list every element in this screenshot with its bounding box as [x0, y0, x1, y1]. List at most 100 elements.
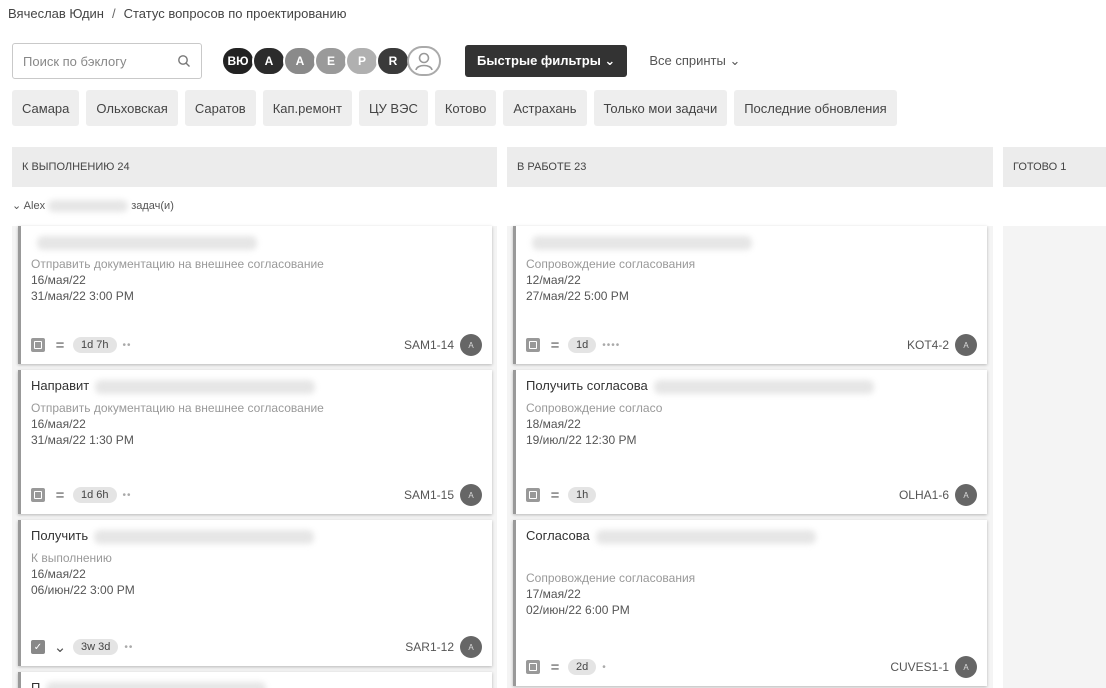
task-type-icon: [31, 488, 45, 502]
avatar-filter[interactable]: A: [283, 46, 317, 76]
breadcrumb: Вячеслав Юдин / Статус вопросов по проекти…: [8, 6, 347, 21]
filter-chip[interactable]: Только мои задачи: [593, 90, 728, 126]
issue-key[interactable]: CUVES1-1: [890, 660, 949, 674]
user-avatar-filters: ВЮ A A E P R: [221, 46, 441, 76]
estimate-badge: 1d: [568, 337, 597, 353]
task-type-icon: [526, 660, 540, 674]
priority-medium-icon: =: [550, 486, 560, 504]
avatar-filter[interactable]: P: [345, 46, 379, 76]
estimate-badge: 1h: [568, 487, 597, 503]
card-date-start: 18/мая/22: [526, 417, 581, 431]
card-date-due: 19/июл/22 12:30 PM: [526, 433, 637, 447]
card-date-due: 06/июн/22 3:00 PM: [31, 583, 135, 597]
card-date-due: 31/мая/22 3:00 PM: [31, 289, 134, 303]
card-title: Получить: [31, 528, 482, 546]
estimate-badge: 3w 3d: [73, 639, 119, 655]
priority-medium-icon: =: [550, 336, 560, 354]
swimlane-header[interactable]: ⌄ Alex задач(и): [12, 199, 174, 213]
progress-dots: ••••: [602, 339, 621, 351]
card-title: Получить согласова: [526, 378, 977, 396]
breadcrumb-page[interactable]: Статус вопросов по проектированию: [124, 6, 347, 21]
card-title: П: [31, 680, 482, 688]
column-header-todo: К ВЫПОЛНЕНИЮ 24: [12, 147, 497, 187]
board-toolbar: Поиск по бэклогу ВЮ A A E P R Быстрые фи…: [12, 42, 740, 80]
card-subtitle: Отправить документацию на внешнее соглас…: [31, 257, 324, 271]
issue-key[interactable]: KOT4-2: [907, 338, 949, 352]
checkbox-icon: ✓: [31, 640, 45, 654]
filter-chip[interactable]: Котово: [434, 90, 497, 126]
estimate-badge: 1d 7h: [73, 337, 117, 353]
assignee-avatar[interactable]: A: [460, 636, 482, 658]
avatar-filter[interactable]: A: [252, 46, 286, 76]
issue-card[interactable]: Направит Отправить документацию на внешн…: [18, 370, 492, 514]
card-title: [31, 234, 482, 252]
priority-low-icon: ⌄: [53, 639, 67, 656]
card-subtitle: Сопровождение согласо: [526, 401, 663, 415]
issue-key[interactable]: SAM1-14: [404, 338, 454, 352]
search-placeholder: Поиск по бэклогу: [23, 53, 127, 69]
task-type-icon: [526, 488, 540, 502]
filter-chip[interactable]: Последние обновления: [734, 90, 897, 126]
issue-card[interactable]: П: [18, 672, 492, 688]
card-date-due: 02/июн/22 6:00 PM: [526, 603, 630, 617]
card-date-start: 16/мая/22: [31, 417, 86, 431]
priority-medium-icon: =: [55, 336, 65, 354]
card-subtitle: Сопровождение согласования: [526, 257, 696, 271]
issue-card[interactable]: Получить согласова Сопровождение согласо…: [513, 370, 987, 514]
task-type-icon: [31, 338, 45, 352]
progress-dots: ••: [124, 641, 134, 653]
assignee-avatar[interactable]: A: [460, 334, 482, 356]
priority-medium-icon: =: [550, 658, 560, 676]
estimate-badge: 1d 6h: [73, 487, 117, 503]
issue-card[interactable]: Получить К выполнению 16/мая/22 06/июн/2…: [18, 520, 492, 666]
assignee-avatar[interactable]: A: [955, 656, 977, 678]
blurred-text: [48, 200, 129, 213]
progress-dots: ••: [122, 489, 132, 501]
card-title: Согласова: [526, 528, 977, 546]
breadcrumb-user[interactable]: Вячеслав Юдин: [8, 6, 104, 21]
issue-key[interactable]: SAR1-12: [405, 640, 454, 654]
task-type-icon: [526, 338, 540, 352]
filter-chip[interactable]: ЦУ ВЭС: [358, 90, 428, 126]
issue-card[interactable]: Согласова Сопровождение согласования 17/…: [513, 520, 987, 686]
card-date-start: 16/мая/22: [31, 273, 86, 287]
user-placeholder-icon[interactable]: [407, 46, 441, 76]
assignee-avatar[interactable]: A: [955, 484, 977, 506]
assignee-avatar[interactable]: A: [955, 334, 977, 356]
card-subtitle: Отправить документацию на внешнее соглас…: [31, 401, 324, 415]
search-input[interactable]: Поиск по бэклогу: [12, 43, 202, 79]
avatar-filter[interactable]: R: [376, 46, 410, 76]
card-date-due: 31/мая/22 1:30 PM: [31, 433, 134, 447]
sprints-dropdown[interactable]: Все спринты ⌄: [649, 53, 740, 69]
filter-chip[interactable]: Саратов: [184, 90, 256, 126]
column-done: [1003, 226, 1106, 688]
card-title: [526, 234, 977, 252]
estimate-badge: 2d: [568, 659, 597, 675]
search-icon: [178, 55, 190, 67]
quick-filters-button[interactable]: Быстрые фильтры ⌄: [465, 45, 628, 77]
card-title: Направит: [31, 378, 482, 396]
progress-dots: •: [602, 661, 607, 673]
assignee-avatar[interactable]: A: [460, 484, 482, 506]
issue-card[interactable]: Сопровождение согласования 12/мая/22 27/…: [513, 226, 987, 364]
filter-chip[interactable]: Ольховская: [86, 90, 178, 126]
priority-medium-icon: =: [55, 486, 65, 504]
filter-chip[interactable]: Кап.ремонт: [262, 90, 352, 126]
column-header-done: ГОТОВО 1: [1003, 147, 1106, 187]
card-date-start: 12/мая/22: [526, 273, 581, 287]
filter-chip[interactable]: Самара: [12, 90, 80, 126]
issue-card[interactable]: Отправить документацию на внешнее соглас…: [18, 226, 492, 364]
swimlane-count: задач(и): [131, 200, 174, 212]
progress-dots: ••: [122, 339, 132, 351]
breadcrumb-separator: /: [111, 6, 116, 21]
issue-key[interactable]: SAM1-15: [404, 488, 454, 502]
chevron-down-icon[interactable]: ⌄: [12, 200, 21, 212]
filter-chip[interactable]: Астрахань: [503, 90, 587, 126]
swimlane-name: Alex: [23, 200, 46, 212]
avatar-filter[interactable]: ВЮ: [221, 46, 255, 76]
avatar-filter[interactable]: E: [314, 46, 348, 76]
issue-key[interactable]: OLHA1-6: [899, 488, 949, 502]
card-date-start: 17/мая/22: [526, 587, 581, 601]
quick-filter-chips: Самара Ольховская Саратов Кап.ремонт ЦУ …: [12, 90, 897, 126]
card-subtitle: К выполнению: [31, 551, 112, 565]
